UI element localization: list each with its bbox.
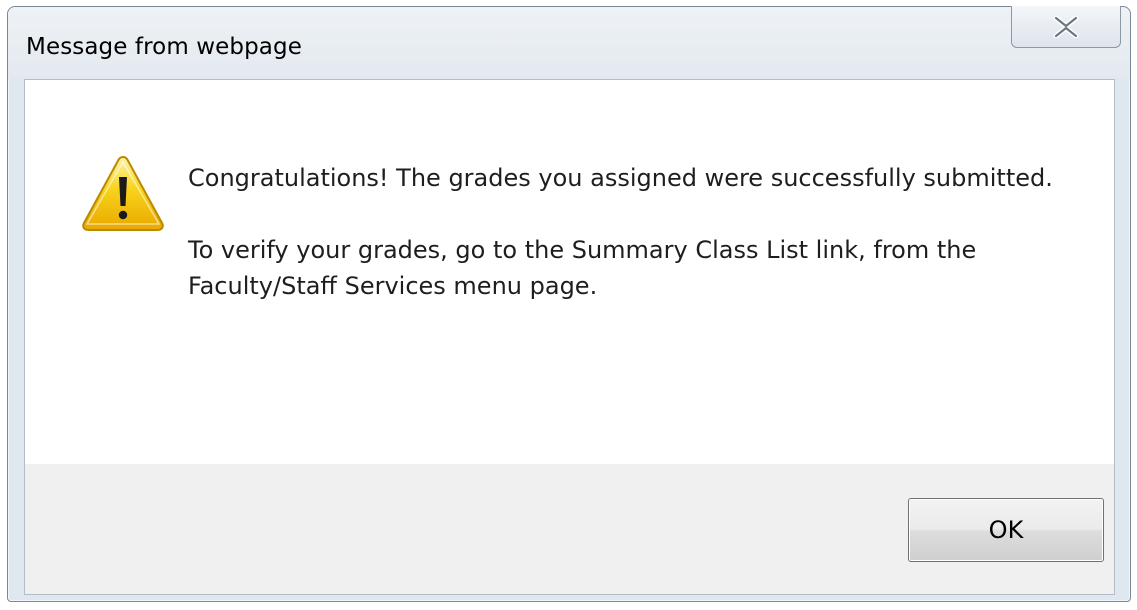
message-area: Congratulations! The grades you assigned…	[25, 80, 1114, 464]
dialog-title: Message from webpage	[26, 34, 302, 60]
close-button[interactable]	[1011, 6, 1121, 48]
message-text: Congratulations! The grades you assigned…	[188, 160, 1068, 340]
close-icon	[1053, 15, 1079, 38]
dialog-titlebar[interactable]: Message from webpage	[8, 6, 1130, 79]
ok-button[interactable]: OK	[908, 498, 1104, 562]
message-dialog: Message from webpage Congratulations! Th…	[7, 6, 1131, 602]
dialog-body: Congratulations! The grades you assigned…	[24, 79, 1115, 595]
message-line-verify: To verify your grades, go to the Summary…	[188, 236, 977, 300]
warning-icon	[82, 155, 164, 231]
message-line-success: Congratulations! The grades you assigned…	[188, 164, 1053, 192]
dialog-footer: OK	[25, 464, 1114, 594]
